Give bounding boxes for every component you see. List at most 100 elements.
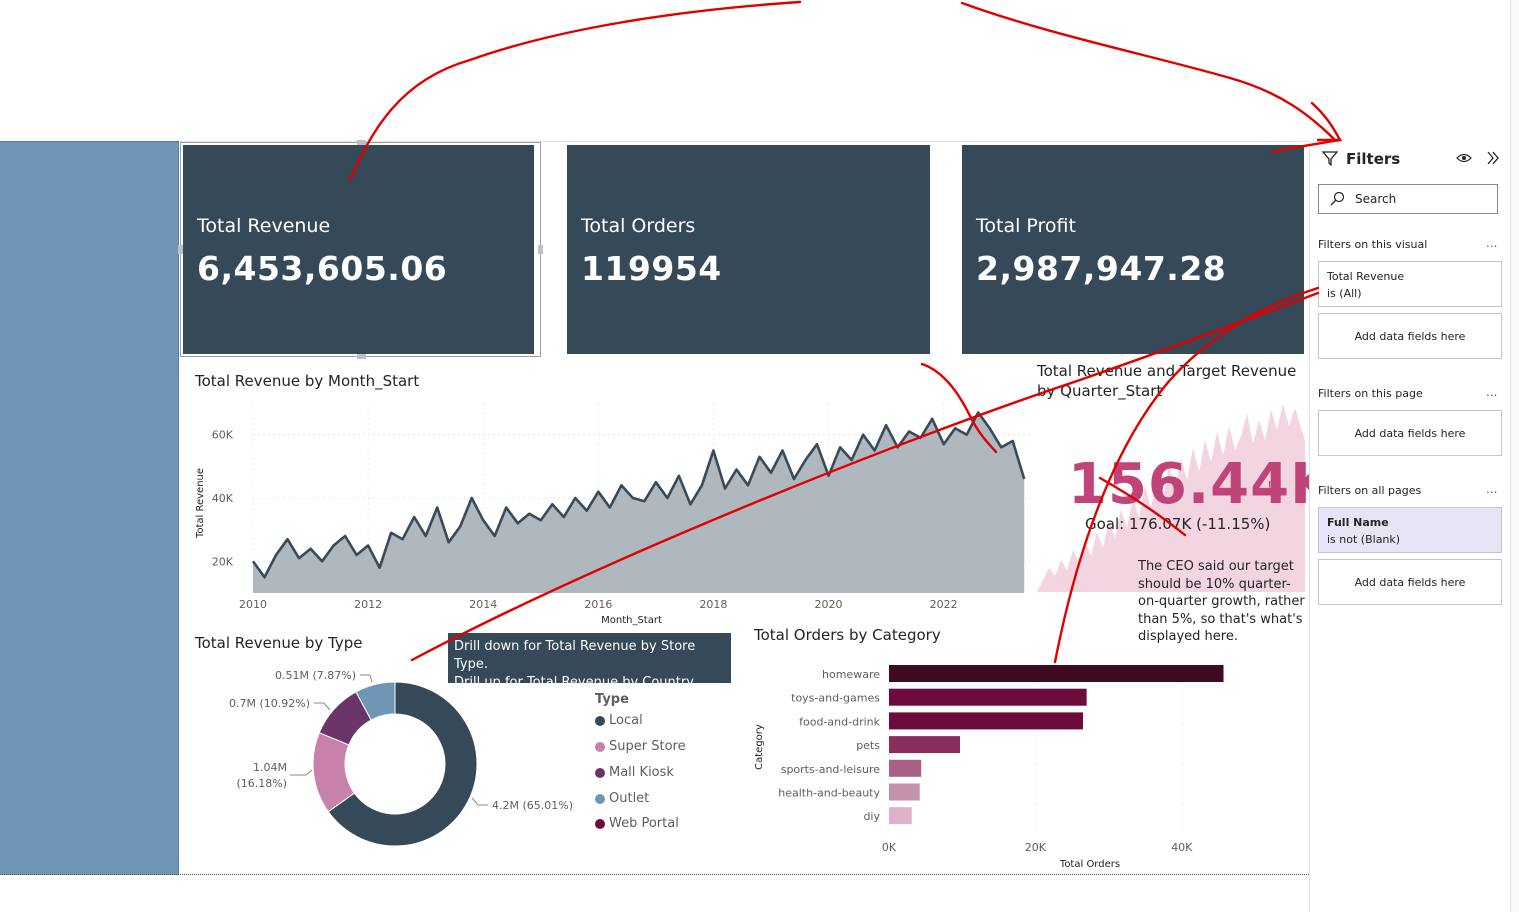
legend-label: Web Portal [609, 816, 679, 831]
resize-handle-right[interactable] [538, 245, 543, 254]
category-label: sports-and-leisure [781, 763, 881, 776]
filters-title: Filters [1346, 150, 1401, 168]
donut-legend-title: Type [595, 692, 629, 707]
x-axis-title: Month_Start [601, 615, 662, 626]
x-tick-label: 2010 [239, 598, 267, 611]
x-tick-label: 2014 [469, 598, 497, 611]
kpi-card-total-orders[interactable]: Total Orders 119954 [567, 145, 930, 354]
donut-leader-line [471, 797, 488, 806]
x-tick-label: 2018 [699, 598, 727, 611]
legend-dot [595, 767, 605, 778]
bar-health-and-beauty [889, 783, 920, 801]
y-axis-title: Category [754, 724, 765, 770]
filter-icon [1322, 151, 1338, 166]
x-tick-label: 2016 [584, 598, 612, 611]
donut-leader-line [314, 702, 331, 711]
donut-label-mall-kiosk: 0.7M (10.92%) [229, 697, 310, 710]
legend-dot [595, 741, 605, 752]
search-icon [1330, 191, 1345, 206]
y-axis-title: Total Revenue [195, 468, 206, 539]
resize-handle-top[interactable] [357, 140, 366, 145]
collapse-pane-icon[interactable] [1486, 151, 1500, 165]
x-tick-label: 40K [1171, 841, 1193, 854]
eye-icon[interactable] [1456, 152, 1472, 164]
category-label: pets [856, 739, 880, 752]
y-tick-label: 60K [212, 429, 234, 442]
kpi-value: 119954 [581, 249, 722, 288]
x-tick-label: 2020 [815, 598, 843, 611]
x-tick-label: 2012 [354, 598, 382, 611]
line-chart[interactable]: 60K 40K 20K 2010 2012 2014 2016 2018 2020 2022 Tot… [190, 395, 1040, 630]
category-label: food-and-drink [799, 715, 880, 728]
kpi-label: Total Profit [976, 215, 1076, 237]
legend-dot [595, 715, 605, 726]
legend-label: Outlet [609, 791, 650, 806]
donut-label-local: 4.2M (65.01%) [492, 799, 573, 812]
bar-pets [889, 736, 961, 754]
filters-on-all-pages-label: Filters on all pages [1318, 484, 1422, 497]
filter-field-state: is (All) [1327, 287, 1362, 300]
more-options-icon[interactable]: ... [1486, 385, 1497, 399]
add-data-fields-visual[interactable]: Add data fields here [1318, 313, 1502, 359]
legend-label: Super Store [609, 739, 686, 754]
bar-sports-and-leisure [889, 759, 922, 777]
bar-chart[interactable]: 0K 20K 40K homeware toys-and-games food-and-d… [750, 655, 1290, 875]
legend-item-outlet[interactable]: Outlet [595, 791, 649, 806]
x-axis-title: Total Orders [1059, 859, 1120, 870]
goal-title-line: by Quarter_Start [1037, 382, 1163, 400]
resize-handle-bottom[interactable] [357, 354, 366, 359]
filters-search-input[interactable]: Search [1318, 184, 1498, 214]
y-tick-label: 40K [212, 492, 234, 505]
report-sidebar [0, 141, 179, 875]
legend-item-super-store[interactable]: Super Store [595, 739, 686, 754]
donut-label-outlet: 0.51M (7.87%) [275, 669, 356, 682]
donut-leader-line [290, 769, 313, 776]
goal-target-text: Goal: 176.07K (-11.15%) [1085, 515, 1271, 533]
annotation-stroke [960, 1, 1337, 142]
filter-card-full-name[interactable]: Full Name is not (Blank) [1318, 507, 1502, 553]
category-label: toys-and-games [791, 692, 880, 705]
legend-label: Local [609, 713, 643, 728]
donut-leader-line [360, 674, 373, 683]
drill-tooltip: Drill down for Total Revenue by Store Ty… [448, 633, 731, 690]
kpi-label: Total Orders [581, 215, 696, 237]
more-options-icon[interactable]: ... [1486, 482, 1497, 496]
x-tick-label: 0K [882, 841, 897, 854]
legend-item-mall-kiosk[interactable]: Mall Kiosk [595, 765, 674, 780]
bar-homeware [889, 665, 1224, 682]
legend-item-local[interactable]: Local [595, 713, 643, 728]
selected-visual-frame[interactable] [178, 140, 543, 359]
kpi-value: 2,987,947.28 [976, 249, 1227, 288]
donut-chart-title: Total Revenue by Type [195, 634, 363, 652]
filters-on-page-label: Filters on this page [1318, 387, 1423, 400]
category-label: diy [863, 810, 880, 823]
legend-item-web-portal[interactable]: Web Portal [595, 816, 679, 831]
goal-visual-title: Total Revenue and Target Revenue by Quar… [1037, 361, 1296, 401]
goal-note-text: The CEO said our target should be 10% qu… [1138, 559, 1305, 644]
resize-handle-left[interactable] [178, 245, 183, 254]
y-tick-label: 20K [212, 555, 234, 568]
filter-card-total-revenue[interactable]: Total Revenue is (All) [1318, 261, 1502, 307]
bar-toys-and-games [889, 688, 1087, 706]
kpi-card-total-profit[interactable]: Total Profit 2,987,947.28 [962, 145, 1304, 354]
donut-label-super-store: 1.04M [253, 761, 287, 774]
x-tick-label: 20K [1025, 841, 1047, 854]
goal-current-value: 156.44K [1068, 452, 1335, 517]
line-chart-title: Total Revenue by Month_Start [195, 372, 420, 390]
add-data-fields-all[interactable]: Add data fields here [1318, 559, 1502, 605]
revenue-area [253, 412, 1025, 593]
category-label: homeware [822, 668, 880, 681]
filter-field-state: is not (Blank) [1327, 533, 1401, 546]
goal-title-line: Total Revenue and Target Revenue [1037, 362, 1297, 380]
tooltip-line: Drill up for Total Revenue by Country. [454, 675, 697, 690]
goal-warning-icon: ! [1267, 480, 1273, 495]
legend-dot [595, 818, 605, 829]
more-options-icon[interactable]: ... [1486, 236, 1497, 250]
filter-field-name: Full Name [1327, 516, 1389, 529]
search-placeholder: Search [1355, 192, 1397, 206]
legend-dot [595, 793, 605, 804]
bar-chart-title: Total Orders by Category [754, 626, 941, 644]
add-data-fields-page[interactable]: Add data fields here [1318, 410, 1502, 456]
pane-edge [1510, 0, 1519, 912]
legend-label: Mall Kiosk [609, 765, 674, 780]
